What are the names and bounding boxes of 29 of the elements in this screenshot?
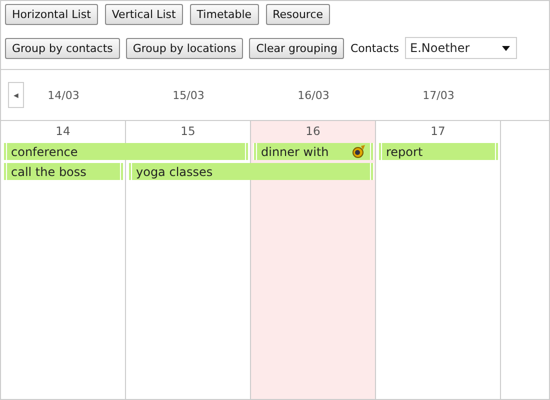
- event-title: report: [386, 144, 423, 158]
- grouping-button[interactable]: Clear grouping: [249, 38, 344, 58]
- event-title: dinner with: [261, 144, 329, 158]
- caret-icon: [502, 46, 510, 50]
- day-number: 15: [180, 124, 196, 138]
- date-heading: 14/03: [48, 89, 80, 102]
- view-button[interactable]: Timetable: [190, 4, 259, 25]
- day-number: 16: [306, 124, 320, 138]
- event-title: yoga classes: [136, 164, 213, 178]
- date-heading: 15/03: [172, 89, 204, 102]
- previous-button[interactable]: ◄: [8, 82, 24, 108]
- event-bar[interactable]: conference: [3, 143, 249, 160]
- day-number: 17: [430, 124, 446, 138]
- grouping-button[interactable]: Group by locations: [126, 38, 244, 58]
- contacts-label: Contacts: [350, 42, 399, 54]
- view-button[interactable]: Vertical List: [104, 4, 183, 25]
- event-bar[interactable]: report: [378, 143, 499, 160]
- date-heading: 16/03: [298, 89, 330, 102]
- view-button[interactable]: Resource: [266, 4, 330, 25]
- grouping-button[interactable]: Group by contacts: [5, 38, 120, 58]
- event-bar[interactable]: yoga classes: [128, 163, 374, 180]
- event-title: conference: [11, 144, 78, 158]
- event-title: call the boss: [11, 164, 86, 178]
- event-bar[interactable]: dinner with: [253, 143, 374, 160]
- contacts-dropdown[interactable]: E.Noether: [405, 37, 517, 59]
- view-button[interactable]: Horizontal List: [5, 4, 98, 25]
- date-heading: 17/03: [422, 89, 454, 102]
- event-bar[interactable]: call the boss: [3, 163, 124, 180]
- day-number: 14: [56, 124, 70, 138]
